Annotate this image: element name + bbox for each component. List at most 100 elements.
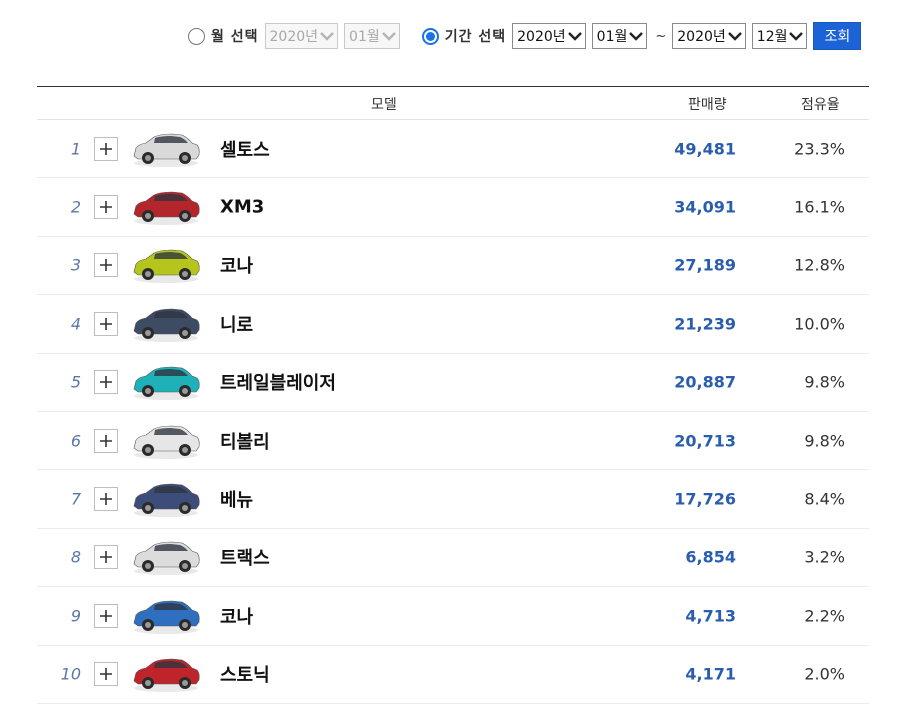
plus-icon	[100, 259, 112, 272]
model-name[interactable]: 트랙스	[220, 544, 270, 570]
table-row: 1 셀토스 49,481 23.3%	[37, 120, 869, 179]
table-row: 2 XM3 34,091 16.1%	[37, 178, 869, 237]
month-year-value: 2020년	[269, 29, 319, 45]
rank-number: 7	[70, 489, 81, 509]
header-model: 모델	[371, 97, 397, 113]
chevron-down-icon	[789, 29, 804, 43]
plus-icon	[100, 376, 112, 389]
sales-count: 49,481	[674, 139, 736, 159]
chevron-down-icon	[381, 29, 396, 43]
expand-button[interactable]	[94, 487, 118, 512]
model-name[interactable]: XM3	[220, 197, 264, 218]
table-row: 9 코나 4,713 2.2%	[37, 587, 869, 646]
expand-button[interactable]	[94, 253, 118, 278]
sales-count: 20,713	[674, 431, 736, 451]
market-share: 16.1%	[794, 197, 845, 217]
period-select-option[interactable]: 기간 선택	[421, 26, 512, 46]
rank-number: 10	[60, 664, 81, 684]
sales-count: 21,239	[674, 314, 736, 334]
from-month-value: 01월	[596, 29, 628, 45]
expand-button[interactable]	[94, 662, 118, 687]
market-share: 9.8%	[804, 431, 845, 451]
header-share: 점유율	[801, 97, 840, 113]
car-thumbnail	[133, 425, 200, 459]
model-name[interactable]: 티볼리	[220, 428, 270, 454]
to-year-select[interactable]: 2020년	[672, 23, 746, 49]
sales-count: 34,091	[674, 197, 736, 217]
month-month-select: 01월	[344, 23, 400, 49]
car-thumbnail	[133, 133, 200, 167]
sales-count: 17,726	[674, 489, 736, 509]
header-sales: 판매량	[688, 97, 727, 113]
month-select-option[interactable]: 월 선택	[188, 26, 265, 46]
range-separator: ~	[655, 28, 667, 44]
sales-count: 4,171	[685, 664, 736, 684]
sales-ranking-table: 모델 판매량 점유율 1 셀토스 49,481 23.3% 2 XM3 34,0…	[37, 86, 869, 704]
table-header: 모델 판매량 점유율	[37, 86, 869, 120]
car-thumbnail	[133, 191, 200, 226]
market-share: 9.8%	[804, 372, 845, 392]
model-name[interactable]: 트레일블레이저	[220, 369, 336, 395]
month-select-label[interactable]: 월 선택	[211, 26, 259, 46]
from-month-select[interactable]: 01월	[591, 23, 648, 49]
plus-icon	[100, 551, 112, 564]
market-share: 2.2%	[804, 606, 845, 626]
model-name[interactable]: 베뉴	[220, 486, 253, 512]
sales-count: 6,854	[685, 547, 736, 567]
car-thumbnail	[133, 308, 200, 342]
market-share: 12.8%	[794, 255, 845, 275]
from-year-value: 2020년	[517, 29, 566, 45]
rank-number: 6	[70, 431, 81, 451]
car-thumbnail	[133, 366, 200, 401]
table-body: 1 셀토스 49,481 23.3% 2 XM3 34,091 16.1% 3 …	[37, 120, 869, 704]
model-name[interactable]: 스토닉	[220, 661, 270, 687]
from-year-select[interactable]: 2020년	[512, 23, 586, 49]
table-row: 4 니로 21,239 10.0%	[37, 295, 869, 354]
plus-icon	[100, 317, 112, 330]
search-button[interactable]: 조회	[813, 22, 862, 50]
month-select-radio[interactable]	[188, 27, 205, 45]
expand-button[interactable]	[94, 428, 118, 453]
chevron-down-icon	[320, 29, 334, 43]
expand-button[interactable]	[94, 195, 118, 220]
car-thumbnail	[133, 600, 200, 634]
table-row: 3 코나 27,189 12.8%	[37, 237, 869, 296]
expand-button[interactable]	[94, 311, 118, 336]
car-thumbnail	[133, 658, 200, 693]
chevron-down-icon	[629, 29, 644, 43]
table-row: 6 티볼리 20,713 9.8%	[37, 412, 869, 471]
chevron-down-icon	[727, 29, 742, 43]
sales-count: 27,189	[674, 255, 736, 275]
model-name[interactable]: 니로	[220, 311, 253, 337]
car-thumbnail	[133, 542, 200, 576]
plus-icon	[100, 142, 112, 155]
table-row: 5 트레일블레이저 20,887 9.8%	[37, 354, 869, 412]
chevron-down-icon	[567, 29, 582, 43]
expand-button[interactable]	[94, 370, 118, 395]
car-thumbnail	[133, 483, 200, 518]
model-name[interactable]: 코나	[220, 252, 253, 278]
rank-number: 8	[70, 547, 81, 567]
expand-button[interactable]	[94, 545, 118, 570]
to-year-value: 2020년	[677, 29, 726, 45]
expand-button[interactable]	[94, 603, 118, 628]
plus-icon	[100, 609, 112, 622]
period-select-label[interactable]: 기간 선택	[445, 26, 506, 46]
rank-number: 3	[70, 255, 81, 275]
market-share: 2.0%	[804, 664, 845, 684]
month-year-select: 2020년	[264, 23, 339, 49]
market-share: 3.2%	[804, 547, 845, 567]
model-name[interactable]: 셀토스	[220, 136, 270, 162]
model-name[interactable]: 코나	[220, 603, 253, 629]
to-month-select[interactable]: 12월	[751, 23, 808, 49]
month-month-value: 01월	[349, 29, 380, 45]
period-select-radio[interactable]	[421, 27, 439, 45]
sales-count: 4,713	[685, 606, 736, 626]
table-row: 10 스토닉 4,171 2.0%	[37, 646, 869, 704]
sales-count: 20,887	[674, 372, 736, 392]
expand-button[interactable]	[94, 136, 118, 161]
to-month-value: 12월	[756, 29, 788, 45]
period-filter-bar: 월 선택 2020년 01월 기간 선택 2020년 01월 ~ 2020년 1…	[188, 21, 862, 51]
plus-icon	[100, 668, 112, 681]
plus-icon	[100, 434, 112, 447]
